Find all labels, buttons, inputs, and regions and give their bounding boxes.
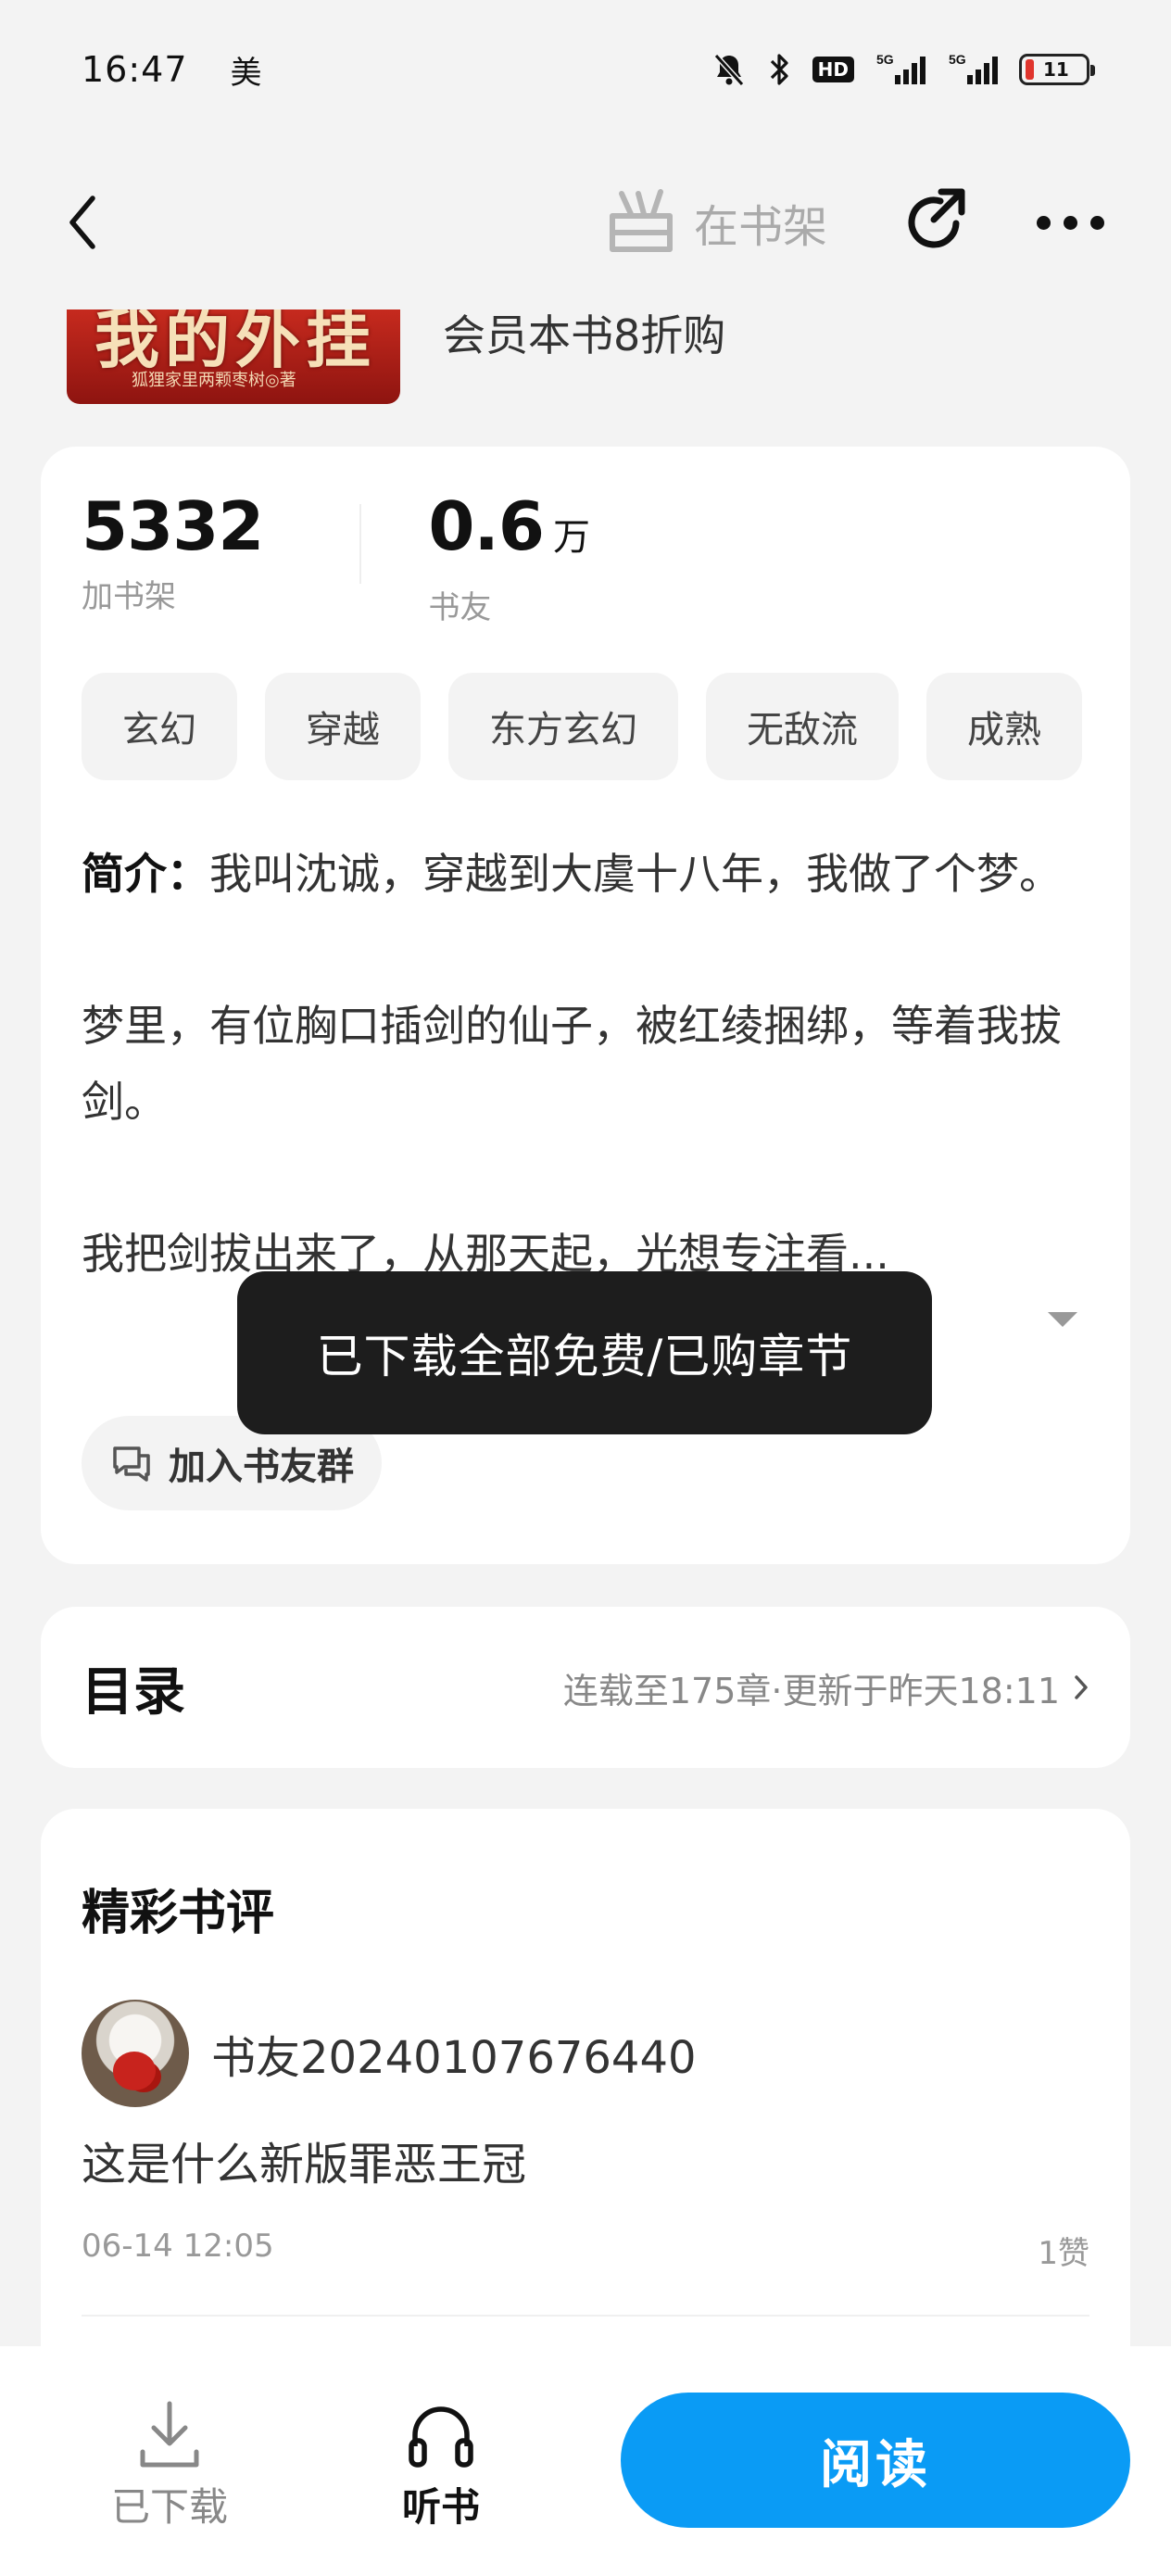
more-icon bbox=[1037, 215, 1051, 230]
review-username[interactable]: 书友20240107676440 bbox=[211, 2021, 697, 2086]
toc-title: 目录 bbox=[82, 1661, 185, 1723]
review-text: 这是什么新版罪恶王冠 bbox=[82, 2139, 527, 2191]
tag-item[interactable]: 成熟 bbox=[926, 673, 1082, 780]
read-button[interactable]: 阅读 bbox=[621, 2393, 1130, 2528]
nav-bar: 在书架 bbox=[0, 167, 1171, 278]
signal-icon: 5G bbox=[876, 52, 925, 84]
downloaded-label: 已下载 bbox=[111, 2484, 229, 2530]
review-like-button[interactable]: 1赞 bbox=[1038, 2228, 1089, 2273]
join-group-label: 加入书友群 bbox=[169, 1446, 354, 1488]
tag-list: 玄幻 穿越 东方玄幻 无敌流 成熟 bbox=[82, 673, 1130, 780]
bluetooth-icon bbox=[770, 54, 788, 85]
toast-message: 已下载全部免费/已购章节 bbox=[237, 1271, 932, 1434]
mute-bell-icon bbox=[713, 53, 744, 87]
stat-divider bbox=[359, 504, 362, 584]
chevron-right-icon bbox=[1075, 1675, 1088, 1699]
book-intro[interactable]: 简介：我叫沈诚，穿越到大虞十八年，我做了个梦。 梦里，有位胸口插剑的仙子，被红绫… bbox=[82, 836, 1082, 1327]
divider bbox=[82, 2315, 1089, 2317]
back-icon bbox=[69, 196, 95, 249]
intro-paragraph: 梦里，有位胸口插剑的仙子，被红绫捆绑，等着我拔剑。 bbox=[82, 1001, 1062, 1127]
toc-update-info: 连载至175章·更新于昨天18:11 bbox=[562, 1670, 1060, 1711]
intro-paragraph: 我叫沈诚，穿越到大虞十八年，我做了个梦。 bbox=[209, 849, 1062, 899]
svg-text:5G: 5G bbox=[949, 52, 966, 67]
downloaded-button[interactable]: 已下载 bbox=[111, 2400, 228, 2532]
carrier-icon: 美 bbox=[230, 54, 262, 92]
stat-readers-value: 0.6 bbox=[428, 487, 545, 565]
stat-readers-unit: 万 bbox=[552, 516, 590, 559]
status-bar: 16:47 美 HD 5G 5G 11 bbox=[0, 0, 1171, 139]
review-item[interactable]: 书友20240107676440 这是什么新版罪恶王冠 06-14 12:05 … bbox=[82, 2000, 1089, 2273]
battery-level: 11 bbox=[1043, 58, 1069, 81]
avatar[interactable] bbox=[82, 2000, 189, 2107]
listen-label: 听书 bbox=[402, 2484, 481, 2530]
status-time: 16:47 bbox=[82, 49, 188, 90]
listen-button[interactable]: 听书 bbox=[402, 2400, 480, 2532]
member-offer[interactable]: 会员本书8折购 bbox=[443, 302, 725, 363]
bottom-action-bar: 已下载 听书 阅读 bbox=[0, 2346, 1171, 2576]
book-cover[interactable]: 我的外挂 狐狸家里两颗枣树◎著 bbox=[67, 309, 400, 404]
shelf-label: 在书架 bbox=[693, 201, 827, 253]
back-button[interactable] bbox=[67, 185, 119, 259]
stat-shelf: 5332 加书架 bbox=[82, 487, 264, 627]
stat-shelf-label: 加书架 bbox=[82, 578, 176, 615]
share-button[interactable] bbox=[898, 185, 972, 259]
tag-item[interactable]: 无敌流 bbox=[706, 673, 899, 780]
toc-card[interactable]: 目录 连载至175章·更新于昨天18:11 bbox=[41, 1607, 1130, 1768]
stat-readers: 0.6 万 书友 bbox=[428, 487, 590, 627]
bookshelf-icon bbox=[609, 189, 673, 252]
status-icons: HD 5G 5G 11 bbox=[711, 51, 1095, 88]
tag-item[interactable]: 东方玄幻 bbox=[448, 673, 678, 780]
tag-item[interactable]: 穿越 bbox=[265, 673, 421, 780]
download-icon bbox=[140, 2401, 199, 2468]
more-button[interactable] bbox=[1037, 185, 1104, 259]
expand-intro-button[interactable] bbox=[1039, 1301, 1086, 1338]
tag-item[interactable]: 玄幻 bbox=[82, 673, 237, 780]
reviews-heading: 精彩书评 bbox=[82, 1886, 275, 1941]
stats-row: 5332 加书架 0.6 万 书友 bbox=[82, 487, 590, 627]
stat-shelf-value: 5332 bbox=[82, 487, 264, 565]
headphones-icon bbox=[409, 2406, 473, 2468]
signal-icon-2: 5G bbox=[949, 52, 998, 84]
chat-bubble-icon bbox=[113, 1446, 150, 1482]
chevron-down-icon bbox=[1048, 1312, 1077, 1327]
bookshelf-button[interactable]: 在书架 bbox=[607, 188, 827, 257]
svg-text:5G: 5G bbox=[876, 52, 894, 67]
share-icon bbox=[908, 188, 965, 248]
hd-badge: HD bbox=[812, 57, 854, 82]
intro-label: 简介： bbox=[82, 849, 209, 899]
cover-author: 狐狸家里两颗枣树◎著 bbox=[132, 371, 296, 390]
stat-readers-label: 书友 bbox=[428, 589, 492, 626]
battery-icon: 11 bbox=[1019, 54, 1095, 85]
review-time: 06-14 12:05 bbox=[82, 2228, 274, 2265]
